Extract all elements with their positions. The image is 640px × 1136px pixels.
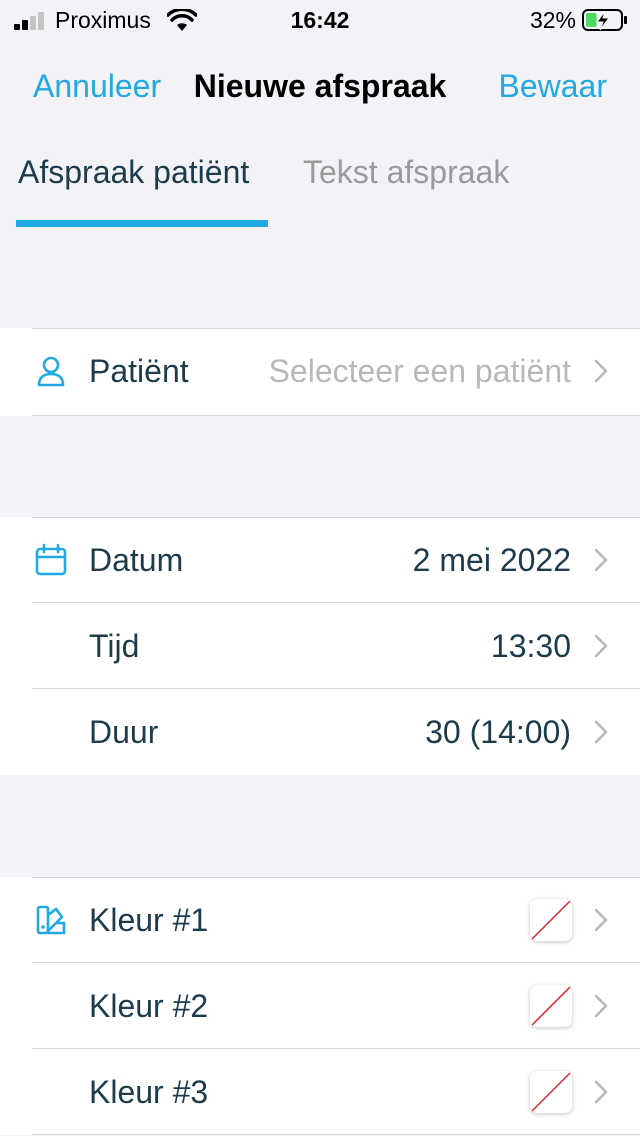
patient-label: Patiënt xyxy=(89,353,189,389)
battery-charging-icon xyxy=(582,9,627,31)
battery-percentage: 32% xyxy=(529,7,576,33)
color-row-2[interactable]: Kleur #2 xyxy=(0,963,640,1049)
navigation-bar: Annuleer Nieuwe afspraak Bewaar xyxy=(0,44,640,128)
segment-tabs: Afspraak patiënt Tekst afspraak xyxy=(0,128,640,228)
duration-value: 30 (14:00) xyxy=(425,714,571,750)
time-value: 13:30 xyxy=(490,628,571,664)
duration-label: Duur xyxy=(89,714,159,750)
chevron-right-icon xyxy=(594,359,608,383)
color-2-label: Kleur #2 xyxy=(89,988,209,1024)
time-row[interactable]: Tijd 13:30 xyxy=(0,603,640,689)
time-label: Tijd xyxy=(89,628,140,664)
divider xyxy=(32,415,640,416)
date-value: 2 mei 2022 xyxy=(412,542,571,578)
schedule-section: Datum 2 mei 2022 Tijd 13:30 Duur 30 (14:… xyxy=(0,517,640,775)
color-1-label: Kleur #1 xyxy=(89,902,209,938)
divider xyxy=(32,1134,640,1135)
status-bar: Proximus 16:42 32% xyxy=(0,0,640,44)
color-row-3[interactable]: Kleur #3 xyxy=(0,1049,640,1135)
date-row[interactable]: Datum 2 mei 2022 xyxy=(0,517,640,603)
patient-row[interactable]: Patiënt Selecteer een patiënt xyxy=(0,328,640,416)
chevron-right-icon xyxy=(594,908,608,932)
save-button[interactable]: Bewaar xyxy=(499,68,608,105)
chevron-right-icon xyxy=(594,634,608,658)
no-color-swatch xyxy=(530,899,572,941)
calendar-icon xyxy=(35,543,67,576)
chevron-right-icon xyxy=(594,720,608,744)
tab-tekst-afspraak[interactable]: Tekst afspraak xyxy=(303,154,509,191)
duration-row[interactable]: Duur 30 (14:00) xyxy=(0,689,640,775)
active-tab-indicator xyxy=(16,220,268,227)
person-icon xyxy=(37,356,65,387)
no-color-swatch xyxy=(530,1071,572,1113)
color-palette-icon xyxy=(36,905,66,935)
date-label: Datum xyxy=(89,542,184,578)
tab-afspraak-patient[interactable]: Afspraak patiënt xyxy=(18,154,249,191)
color-3-label: Kleur #3 xyxy=(89,1074,209,1110)
no-color-swatch xyxy=(530,985,572,1027)
patient-placeholder: Selecteer een patiënt xyxy=(268,353,571,389)
chevron-right-icon xyxy=(594,548,608,572)
colors-section: Kleur #1 Kleur #2 Kleur #3 xyxy=(0,877,640,1135)
chevron-right-icon xyxy=(594,994,608,1018)
chevron-right-icon xyxy=(594,1080,608,1104)
patient-section: Patiënt Selecteer een patiënt xyxy=(0,328,640,416)
color-row-1[interactable]: Kleur #1 xyxy=(0,877,640,963)
